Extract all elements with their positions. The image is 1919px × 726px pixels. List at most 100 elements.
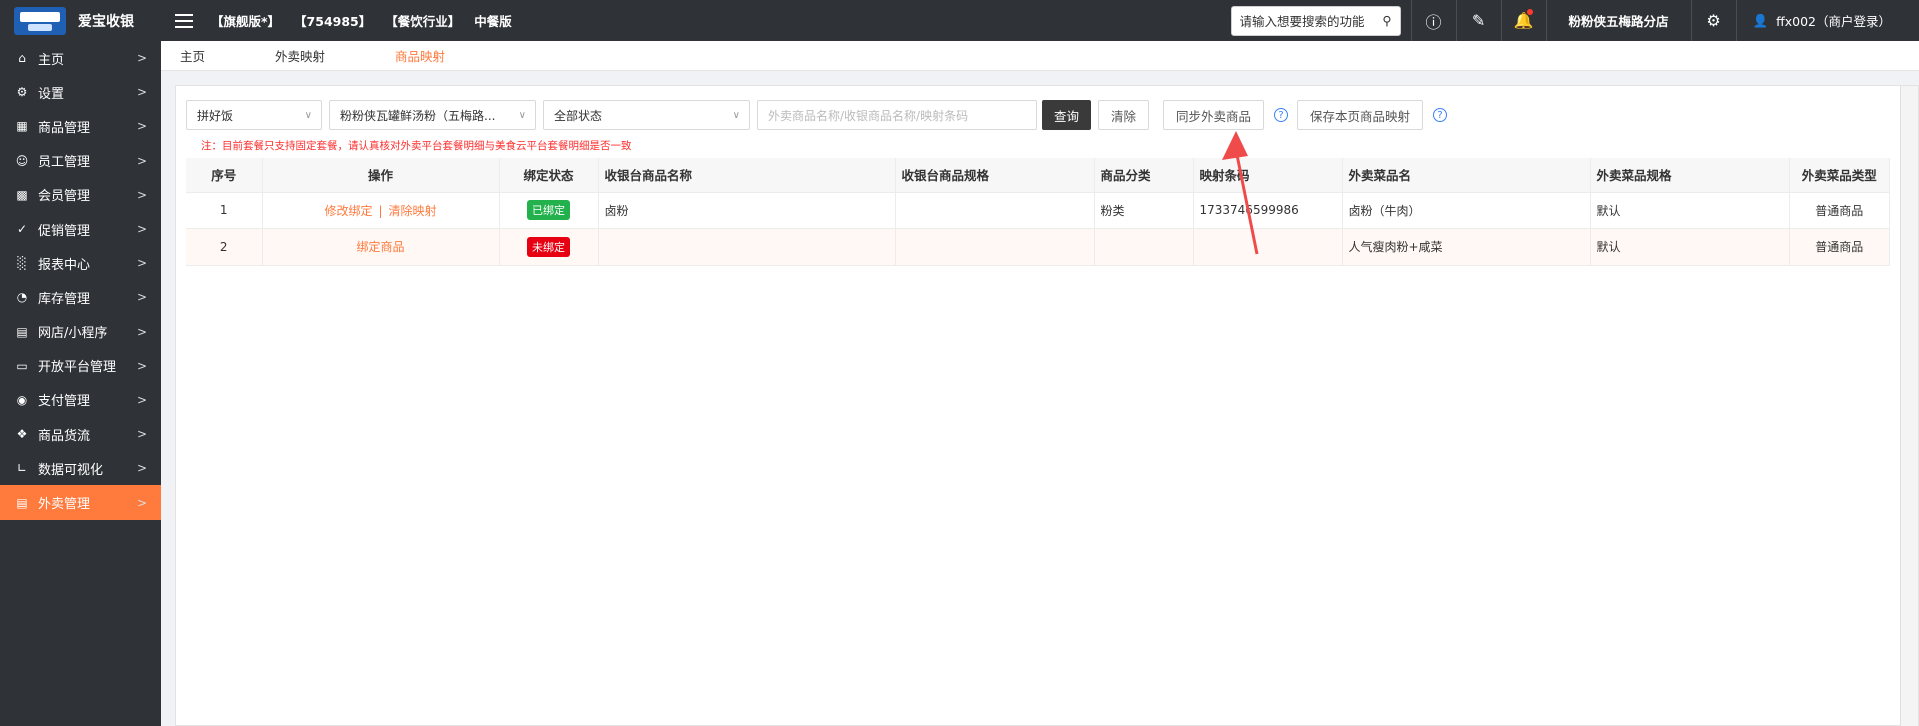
sidebar-item-home[interactable]: ⌂ 主页 > [0, 41, 161, 75]
sidebar-item-goods[interactable]: ▦ 商品管理 > [0, 109, 161, 143]
chevron-right-icon: > [136, 324, 147, 339]
takeout-dish-spec: 默认 [1590, 192, 1790, 229]
user-menu[interactable]: 👤 ffx002（商户登录） [1737, 0, 1919, 41]
notice-text: 注：目前套餐只支持固定套餐，请认真核对外卖平台套餐明细与美食云平台套餐明细是否一… [201, 140, 632, 152]
status-select[interactable]: 全部状态 ∨ [543, 100, 750, 130]
chevron-right-icon: > [136, 256, 147, 271]
sidebar-item-takeout[interactable]: ▤ 外卖管理 > [0, 485, 161, 520]
sidebar-item-report[interactable]: ░ 报表中心 > [0, 246, 161, 280]
bind-product-link[interactable]: 绑定商品 [356, 240, 404, 254]
col-header: 收银台商品名称 [598, 158, 896, 193]
user-icon: 👤 [1752, 12, 1769, 28]
takeout-dish-spec: 默认 [1590, 228, 1790, 266]
page-tabs: 主页 外卖映射 商品映射 [161, 41, 1919, 71]
menu-toggle-icon[interactable] [175, 13, 193, 28]
row-number: 2 [186, 228, 263, 266]
sidebar-item-inventory[interactable]: ◔ 库存管理 > [0, 280, 161, 314]
platform-select[interactable]: 拼好饭 ∨ [186, 100, 322, 130]
sidebar-item-promo[interactable]: ✓ 促销管理 > [0, 212, 161, 246]
clear-button[interactable]: 清除 [1098, 100, 1150, 130]
col-header: 外卖菜品类型 [1789, 158, 1890, 193]
mapping-code: 1733746599986 [1193, 192, 1343, 229]
chevron-down-icon: ∨ [304, 110, 312, 121]
sidebar-item-flow[interactable]: ❖ 商品货流 > [0, 417, 161, 451]
chevron-right-icon: > [136, 222, 147, 237]
product-category [1094, 228, 1194, 266]
col-header: 操作 [262, 158, 500, 193]
promo-icon: ✓ [16, 222, 28, 237]
chevron-right-icon: > [136, 290, 147, 305]
edit-icon[interactable]: ✎ [1457, 0, 1501, 41]
sidebar-item-platform[interactable]: ▭ 开放平台管理 > [0, 349, 161, 383]
sidebar-item-chart[interactable]: ∟ 数据可视化 > [0, 451, 161, 485]
table-row: 2 绑定商品 未绑定 人气瘦肉粉+咸菜 默认 普通商品 [186, 228, 1890, 266]
brand[interactable]: 爱宝收银 [0, 0, 161, 41]
col-header: 序号 [186, 158, 263, 193]
sidebar-item-shop[interactable]: ▤ 网店/小程序 > [0, 315, 161, 349]
status-badge: 已绑定 [527, 200, 570, 221]
function-search-input[interactable]: 请输入想要搜索的功能 ⚲ [1230, 5, 1401, 36]
main-content: 拼好饭 ∨ 粉粉侠瓦罐鲜汤粉（五梅路... ∨ 全部状态 ∨ 外卖商品名称/收银商品名… [175, 85, 1919, 726]
takeout-dish-name: 卤粉（牛肉） [1342, 192, 1591, 229]
row-actions: 修改绑定 | 清除映射 [262, 192, 500, 229]
clear-mapping-link[interactable]: 清除映射 [389, 204, 437, 218]
pos-product-spec [895, 192, 1095, 229]
inventory-icon: ◔ [16, 290, 28, 305]
shop-icon: ▤ [16, 324, 28, 339]
col-header: 外卖菜品名 [1342, 158, 1591, 193]
platform-icon: ▭ [16, 358, 28, 373]
sidebar-item-pay[interactable]: ◉ 支付管理 > [0, 383, 161, 417]
notification-dot [1526, 9, 1533, 15]
status-badge: 未绑定 [527, 236, 570, 257]
pos-product-name [598, 228, 896, 266]
chevron-right-icon: > [136, 461, 147, 476]
member-icon: ▩ [16, 187, 28, 202]
top-bar: 爱宝收银 【旗舰版*】 【754985】 【餐饮行业】 中餐版 请输入想要搜索的… [0, 0, 1919, 41]
search-icon[interactable]: ⚲ [1382, 13, 1391, 28]
tab-takeout-mapping[interactable]: 外卖映射 [275, 46, 325, 65]
chevron-right-icon: > [136, 153, 147, 168]
staff-icon: ☺ [15, 153, 29, 168]
table-row: 1 修改绑定 | 清除映射 已绑定 卤粉 粉类 1733746599986 卤粉（牛… [186, 192, 1890, 229]
help-icon[interactable]: ? [1433, 108, 1448, 122]
sidebar: ⌂ 主页 > ⚙ 设置 > ▦ 商品管理 > ☺ 员工管理 > ▩ 会员管理 > ✓ 促销管理 > ░ 报… [0, 41, 161, 726]
account-id-tag: 【754985】 [294, 14, 372, 29]
table-header-row: 序号 操作 绑定状态 收银台商品名称 收银台商品规格 商品分类 映射条码 外卖菜… [186, 158, 1890, 193]
col-header: 外卖菜品规格 [1590, 158, 1790, 193]
takeout-dish-type: 普通商品 [1789, 228, 1890, 266]
sidebar-item-member[interactable]: ▩ 会员管理 > [0, 178, 161, 212]
takeout-dish-name: 人气瘦肉粉+咸菜 [1342, 228, 1591, 266]
sync-takeout-products-button[interactable]: 同步外卖商品 [1163, 100, 1265, 130]
help-icon[interactable]: ? [1274, 108, 1289, 122]
brand-name: 爱宝收银 [78, 13, 134, 30]
store-name[interactable]: 粉粉侠五梅路分店 [1547, 0, 1691, 41]
bell-icon[interactable]: 🔔 [1502, 0, 1546, 41]
chevron-right-icon: > [136, 85, 147, 100]
pos-product-spec [895, 228, 1095, 266]
save-page-mapping-button[interactable]: 保存本页商品映射 [1297, 100, 1424, 130]
gear-icon[interactable]: ⚙ [1692, 0, 1736, 41]
chevron-right-icon: > [136, 119, 147, 134]
binding-status: 已绑定 [499, 192, 599, 229]
filter-bar: 拼好饭 ∨ 粉粉侠瓦罐鲜汤粉（五梅路... ∨ 全部状态 ∨ 外卖商品名称/收银商品名… [186, 100, 1456, 130]
help-icon[interactable]: ⓘ [1412, 0, 1456, 41]
product-search-input[interactable]: 外卖商品名称/收银商品名称/映射条码 [757, 100, 1037, 130]
sidebar-item-settings[interactable]: ⚙ 设置 > [0, 75, 161, 109]
tab-home[interactable]: 主页 [180, 46, 205, 65]
tab-product-mapping[interactable]: 商品映射 [395, 46, 445, 65]
edit-binding-link[interactable]: 修改绑定 [324, 204, 372, 218]
sidebar-item-staff[interactable]: ☺ 员工管理 > [0, 144, 161, 178]
logo [14, 6, 66, 35]
query-button[interactable]: 查询 [1042, 100, 1092, 130]
row-actions: 绑定商品 [262, 228, 500, 266]
col-header: 绑定状态 [499, 158, 599, 193]
store-select[interactable]: 粉粉侠瓦罐鲜汤粉（五梅路... ∨ [329, 100, 536, 130]
settings-icon: ⚙ [16, 85, 28, 100]
col-header: 映射条码 [1193, 158, 1343, 193]
chevron-down-icon: ∨ [518, 110, 526, 121]
edition-tag: 【旗舰版*】 [211, 14, 281, 29]
mapping-table: 序号 操作 绑定状态 收银台商品名称 收银台商品规格 商品分类 映射条码 外卖菜… [186, 158, 1890, 266]
chevron-right-icon: > [136, 358, 147, 373]
scrollbar[interactable] [1900, 86, 1918, 726]
col-header: 收银台商品规格 [895, 158, 1095, 193]
